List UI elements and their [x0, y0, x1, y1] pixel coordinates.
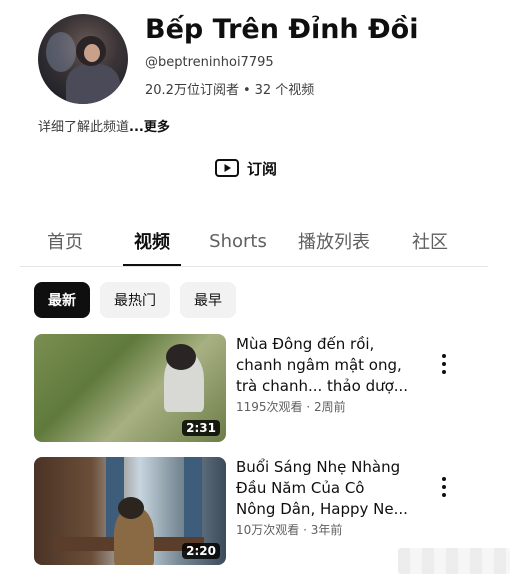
- about-text: 详细了解此频道: [38, 120, 130, 135]
- chip-latest[interactable]: 最新: [34, 282, 90, 318]
- stats-separator: •: [242, 83, 251, 98]
- video-meta: 1195次观看 · 2周前: [236, 400, 346, 414]
- channel-stats: 20.2万位订阅者 • 32 个视频: [145, 79, 314, 98]
- subscriber-count: 20.2万位订阅者: [145, 83, 239, 98]
- video-title-line: Buổi Sáng Nhẹ Nhàng: [236, 458, 401, 476]
- video-title-line: Nông Dân, Happy Ne...: [236, 500, 408, 518]
- more-vert-icon[interactable]: [434, 352, 454, 376]
- channel-handle: @beptreninhoi7795: [145, 55, 274, 70]
- video-thumbnail[interactable]: 2:31: [34, 334, 226, 442]
- sort-chips: 最新 最热门 最早: [34, 282, 236, 318]
- tab-videos[interactable]: 视频: [123, 218, 181, 266]
- tab-shorts[interactable]: Shorts: [202, 218, 274, 264]
- tab-home[interactable]: 首页: [34, 218, 96, 264]
- video-count: 32 个视频: [254, 83, 315, 98]
- channel-tabs: 首页 视频 Shorts 播放列表 社区: [20, 218, 488, 267]
- thumbnail-hair: [166, 344, 196, 370]
- play-icon: [215, 159, 239, 177]
- watermark: [398, 548, 510, 574]
- chip-popular[interactable]: 最热门: [100, 282, 170, 318]
- thumbnail-curtain: [184, 457, 202, 537]
- video-duration: 2:31: [182, 420, 220, 436]
- video-title-line: trà chanh... thảo dượ...: [236, 377, 409, 395]
- chip-oldest[interactable]: 最早: [180, 282, 236, 318]
- more-link[interactable]: ...更多: [129, 120, 170, 135]
- video-title-line: Đầu Năm Của Cô: [236, 479, 365, 497]
- video-item[interactable]: 2:31 Mùa Đông đến rồi, chanh ngâm mật on…: [34, 334, 504, 442]
- more-vert-icon[interactable]: [434, 475, 454, 499]
- channel-about[interactable]: 详细了解此频道...更多: [38, 116, 170, 135]
- channel-name: Bếp Trên Đỉnh Đồi: [145, 14, 419, 45]
- video-title-line: Mùa Đông đến rồi,: [236, 335, 375, 353]
- channel-header: Bếp Trên Đỉnh Đồi @beptreninhoi7795 20.2…: [0, 0, 523, 140]
- avatar-body: [66, 64, 120, 104]
- subscribe-label: 订阅: [247, 159, 278, 178]
- avatar-smoke: [46, 32, 76, 72]
- tab-playlists[interactable]: 播放列表: [292, 218, 376, 264]
- thumbnail-hair: [118, 497, 144, 519]
- subscribe-button[interactable]: 订阅: [215, 154, 277, 182]
- video-title-line: chanh ngâm mật ong,: [236, 356, 402, 374]
- video-duration: 2:20: [182, 543, 220, 559]
- video-title[interactable]: Buổi Sáng Nhẹ Nhàng Đầu Năm Của Cô Nông …: [236, 457, 412, 520]
- tab-community[interactable]: 社区: [402, 218, 458, 264]
- video-meta: 10万次观看 · 3年前: [236, 523, 343, 537]
- video-thumbnail[interactable]: 2:20: [34, 457, 226, 565]
- channel-avatar[interactable]: [38, 14, 128, 104]
- avatar-face: [84, 44, 100, 62]
- video-title[interactable]: Mùa Đông đến rồi, chanh ngâm mật ong, tr…: [236, 334, 412, 397]
